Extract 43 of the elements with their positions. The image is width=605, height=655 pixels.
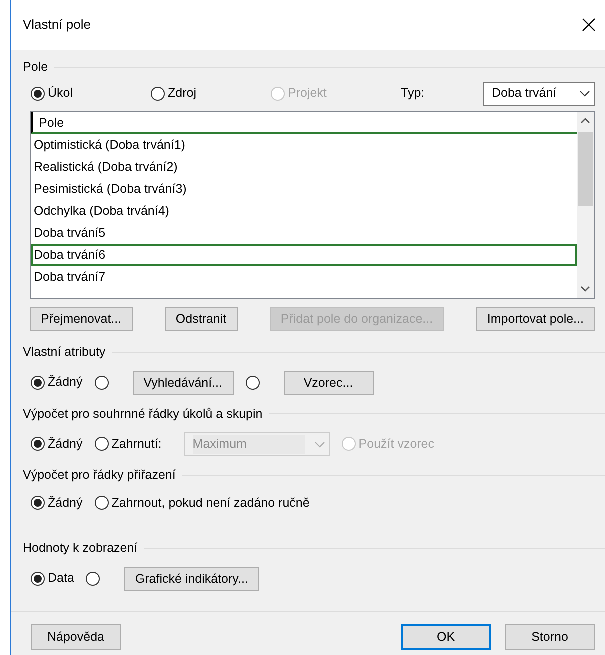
radio-option: Použít vzorec — [342, 434, 435, 454]
radio-option[interactable]: Žádný — [31, 373, 83, 392]
list-item[interactable]: Doba trvání7 — [31, 266, 577, 288]
option-button[interactable]: Vyhledávání... — [132, 370, 234, 394]
delete-button[interactable]: Odstranit — [164, 306, 238, 331]
help-button[interactable]: Nápověda — [31, 624, 121, 650]
cancel-button[interactable]: Storno — [505, 624, 595, 650]
list-item[interactable]: Doba trvání6 — [31, 244, 577, 266]
caret-icon[interactable] — [580, 91, 590, 98]
radio-button[interactable] — [86, 572, 100, 586]
scroll-up-icon[interactable] — [581, 118, 590, 124]
window-title: Vlastní pole — [23, 16, 91, 34]
group-label: Hodnoty k zobrazení — [23, 540, 138, 557]
type-dropdown[interactable]: Doba trvání — [483, 82, 595, 106]
radio-button[interactable] — [246, 376, 260, 390]
group-label: Pole — [23, 59, 48, 76]
radio-option[interactable]: Zahrnout, pokud není zadáno ručně — [94, 494, 310, 513]
scroll-down-icon[interactable] — [581, 286, 590, 292]
ok-button[interactable]: OK — [401, 624, 491, 650]
radio-option: Projekt — [271, 84, 327, 104]
list-item[interactable]: Realistická (Doba trvání2) — [31, 156, 577, 178]
list-item[interactable]: Doba trvání5 — [31, 222, 577, 244]
group-label: Vlastní atributy — [23, 344, 106, 361]
radio-option[interactable]: Zdroj — [151, 84, 196, 104]
radio-option[interactable]: Zahrnutí: — [94, 434, 162, 454]
rename-button[interactable]: Přejmenovat... — [30, 306, 133, 331]
radio-option[interactable]: Žádný — [31, 434, 83, 454]
list-item[interactable]: Optimistická (Doba trvání1) — [31, 134, 577, 156]
option-button[interactable]: Grafické indikátory... — [124, 566, 260, 590]
radio-option[interactable]: Žádný — [31, 494, 83, 513]
group-label: Výpočet pro souhrnné řádky úkolů a skupin — [23, 406, 263, 423]
group-label: Výpočet pro řádky přiřazení — [23, 467, 176, 484]
list-item[interactable]: Odchylka (Doba trvání4) — [31, 200, 577, 222]
type-label: Typ: — [401, 85, 425, 102]
radio-option[interactable]: Úkol — [31, 84, 74, 104]
import-button[interactable]: Importovat pole... — [476, 306, 595, 331]
radio-option[interactable]: Data — [31, 569, 74, 588]
caret-icon — [314, 442, 325, 448]
option-button[interactable]: Vzorec... — [284, 370, 374, 394]
list-item[interactable]: Pesimistická (Doba trvání3) — [31, 178, 577, 200]
radio-button[interactable] — [94, 376, 109, 390]
scrollbar[interactable] — [577, 112, 594, 298]
column-header: Pole — [31, 112, 577, 134]
